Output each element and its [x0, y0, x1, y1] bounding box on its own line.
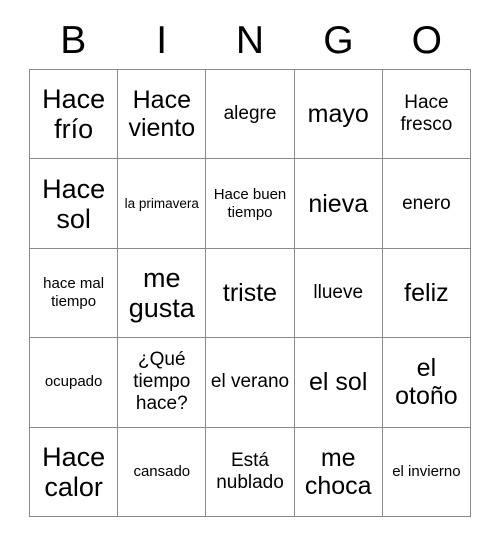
bingo-cell[interactable]: cansado	[118, 427, 207, 517]
bingo-cell[interactable]: Hace viento	[118, 70, 207, 160]
bingo-cell[interactable]: me gusta	[118, 248, 207, 339]
bingo-cell-label: enero	[402, 192, 451, 214]
bingo-cell-label: nieva	[308, 189, 369, 218]
bingo-cell-label: Hace sol	[42, 173, 106, 234]
bingo-cell-label: hace mal tiempo	[43, 274, 105, 310]
bingo-header-letter-o: O	[411, 19, 442, 62]
bingo-cell-label: Está nublado	[216, 449, 284, 493]
bingo-cell-label: me choca	[304, 443, 372, 500]
bingo-cell[interactable]: llueve	[294, 248, 383, 339]
bingo-row: ocupado ¿Qué tiempo hace? el verano el s…	[30, 338, 472, 428]
bingo-header-letter-n: N	[235, 19, 265, 62]
bingo-cell[interactable]: la primavera	[118, 159, 207, 249]
bingo-cell-label: triste	[222, 278, 278, 307]
bingo-row: Hace sol la primavera Hace buen tiempo n…	[30, 159, 472, 249]
bingo-cell[interactable]: ¿Qué tiempo hace?	[118, 338, 207, 428]
bingo-cell-label: ¿Qué tiempo hace?	[133, 349, 191, 415]
bingo-cell[interactable]: el verano	[206, 338, 295, 428]
bingo-cell-label: el invierno	[392, 462, 461, 480]
bingo-row: Hace calor cansado Está nublado me choca…	[30, 427, 472, 517]
bingo-cell-label: cansado	[133, 462, 191, 480]
bingo-cell-label: Hace viento	[128, 86, 196, 143]
bingo-cell[interactable]: feliz	[382, 248, 472, 339]
bingo-cell-label: Hace fresco	[400, 92, 453, 136]
bingo-cell[interactable]: el sol	[294, 338, 383, 428]
bingo-cell[interactable]: ocupado	[30, 338, 119, 428]
bingo-header-row: B I N G O	[29, 12, 471, 69]
bingo-cell[interactable]: Hace fresco	[382, 70, 472, 160]
bingo-cell-label: el verano	[210, 371, 290, 393]
bingo-cell[interactable]: mayo	[294, 70, 383, 160]
bingo-cell-label: Hace buen tiempo	[213, 185, 287, 221]
bingo-cell[interactable]: me choca	[294, 427, 383, 517]
bingo-header-letter-b: B	[60, 19, 87, 62]
bingo-cell[interactable]: Hace frío	[30, 70, 119, 160]
bingo-cell[interactable]: el invierno	[382, 427, 472, 517]
bingo-cell[interactable]: Está nublado	[206, 427, 295, 517]
bingo-card: B I N G O Hace frío Hace viento alegre m…	[29, 12, 472, 517]
bingo-cell-label: el sol	[309, 368, 368, 397]
bingo-cell[interactable]: enero	[382, 159, 472, 249]
bingo-cell-label: llueve	[313, 281, 364, 303]
bingo-row: hace mal tiempo me gusta triste llueve f…	[30, 248, 472, 339]
bingo-cell-label: mayo	[307, 100, 369, 129]
bingo-cell-label: la primavera	[124, 196, 199, 212]
bingo-cell-label: Hace frío	[42, 84, 106, 145]
bingo-cell-label: el otoño	[395, 354, 458, 411]
bingo-cell[interactable]: alegre	[206, 70, 295, 160]
bingo-cell-label: me gusta	[128, 262, 195, 323]
bingo-cell[interactable]: Hace buen tiempo	[206, 159, 295, 249]
bingo-cell-label: Hace calor	[42, 441, 106, 502]
bingo-cell[interactable]: el otoño	[382, 338, 472, 428]
bingo-grid: Hace frío Hace viento alegre mayo Hace f…	[29, 69, 472, 517]
bingo-cell[interactable]: Hace sol	[30, 159, 119, 249]
bingo-row: Hace frío Hace viento alegre mayo Hace f…	[30, 70, 472, 160]
bingo-cell[interactable]: Hace calor	[30, 427, 119, 517]
bingo-cell[interactable]: hace mal tiempo	[30, 248, 119, 339]
bingo-cell[interactable]: triste	[206, 248, 295, 339]
bingo-cell-label: alegre	[223, 103, 277, 125]
bingo-cell-label: feliz	[404, 278, 449, 307]
bingo-header-letter-g: G	[323, 19, 354, 62]
bingo-cell-label: ocupado	[44, 373, 103, 391]
bingo-cell[interactable]: nieva	[294, 159, 383, 249]
bingo-header-letter-i: I	[156, 19, 168, 62]
